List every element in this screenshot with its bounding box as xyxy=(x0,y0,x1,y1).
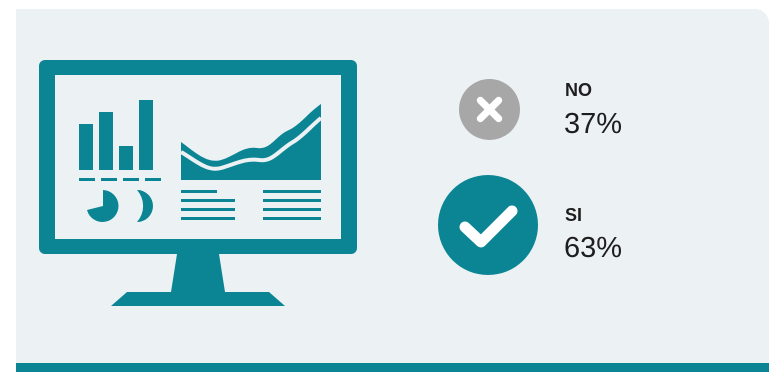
si-label: SI xyxy=(565,205,583,225)
bottom-accent-bar xyxy=(16,363,769,372)
no-label: NO xyxy=(565,80,592,100)
check-circle-icon xyxy=(438,175,538,275)
monitor-dashboard-icon xyxy=(39,60,357,306)
si-percentage: 63% xyxy=(564,232,623,264)
no-percentage: 37% xyxy=(564,108,623,140)
cross-circle-icon xyxy=(459,79,520,140)
